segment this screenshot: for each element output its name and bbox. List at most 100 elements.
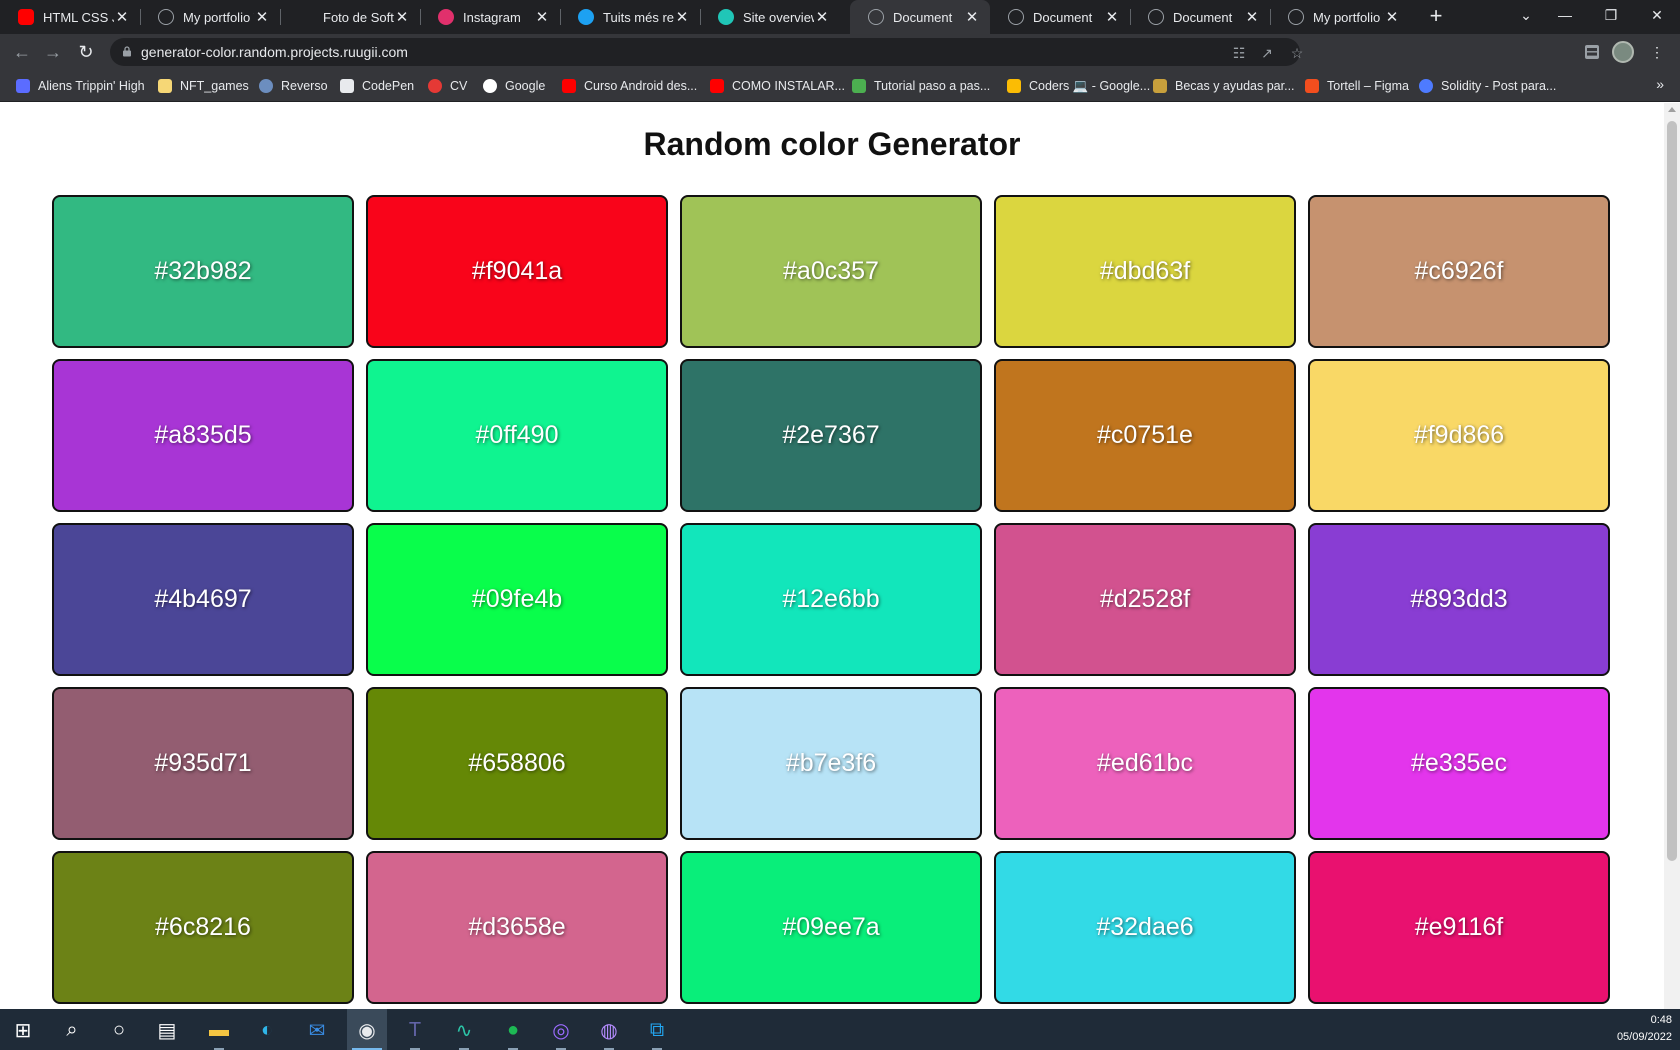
mail-icon[interactable]: ✉ — [302, 1015, 332, 1045]
back-button[interactable]: ← — [10, 40, 34, 64]
scroll-up-arrow[interactable] — [1668, 107, 1676, 112]
bookmark-item[interactable]: Solidity - Post para... — [1419, 76, 1556, 96]
tab-close-icon[interactable]: ✕ — [814, 8, 830, 26]
color-swatch[interactable]: #ed61bc — [994, 687, 1296, 840]
teams-icon[interactable]: T — [400, 1015, 430, 1050]
chrome-icon[interactable]: ◉ — [352, 1015, 382, 1050]
color-swatch[interactable]: #09fe4b — [366, 523, 668, 676]
color-swatch[interactable]: #32dae6 — [994, 851, 1296, 1004]
color-swatch[interactable]: #12e6bb — [680, 523, 982, 676]
browser-tab[interactable]: Site overview ✕ — [700, 0, 840, 34]
task-view-icon[interactable]: ▤ — [152, 1015, 182, 1045]
tab-close-icon[interactable]: ✕ — [964, 8, 980, 26]
bookmark-label: Reverso — [281, 79, 328, 93]
audio-app-icon[interactable]: ∿ — [449, 1015, 479, 1050]
page-scrollbar[interactable] — [1664, 103, 1680, 1009]
maximize-button[interactable]: ❐ — [1588, 0, 1634, 34]
github-icon[interactable]: ◍ — [594, 1015, 624, 1050]
color-swatch[interactable]: #b7e3f6 — [680, 687, 982, 840]
bookmark-item[interactable]: Curso Android des... — [562, 76, 697, 96]
color-swatch[interactable]: #e335ec — [1308, 687, 1610, 840]
tab-close-icon[interactable]: ✕ — [674, 8, 690, 26]
reload-button[interactable]: ↻ — [74, 40, 98, 64]
menu-kebab-icon[interactable]: ⋮ — [1648, 43, 1666, 61]
color-swatch[interactable]: #6c8216 — [52, 851, 354, 1004]
studio-app-icon[interactable]: ◎ — [546, 1015, 576, 1050]
lock-icon — [123, 46, 131, 57]
share-icon[interactable]: ↗ — [1258, 44, 1276, 62]
color-swatch[interactable]: #d2528f — [994, 523, 1296, 676]
tab-title: HTML CSS JS p — [43, 9, 114, 25]
scroll-thumb[interactable] — [1667, 121, 1677, 861]
color-swatch[interactable]: #09ee7a — [680, 851, 982, 1004]
color-swatch[interactable]: #f9041a — [366, 195, 668, 348]
color-swatch[interactable]: #c0751e — [994, 359, 1296, 512]
bookmark-item[interactable]: Aliens Trippin' High — [16, 76, 145, 96]
color-swatch[interactable]: #f9d866 — [1308, 359, 1610, 512]
browser-tab[interactable]: HTML CSS JS p✕ — [0, 0, 140, 34]
vscode-icon[interactable]: ⧉ — [642, 1015, 672, 1050]
new-tab-button[interactable]: + — [1422, 2, 1450, 30]
window-close-button[interactable]: ✕ — [1634, 0, 1680, 34]
color-swatch[interactable]: #4b4697 — [52, 523, 354, 676]
browser-tab[interactable]: My portfolio V✕ — [1270, 0, 1410, 34]
profile-avatar[interactable] — [1612, 41, 1634, 63]
color-swatch[interactable]: #e9116f — [1308, 851, 1610, 1004]
spotify-icon[interactable]: ● — [498, 1015, 528, 1050]
bookmark-item[interactable]: Coders 💻 - Google... — [1007, 76, 1150, 96]
more-bookmarks-icon[interactable]: » — [1656, 76, 1664, 92]
bookmark-item[interactable]: Tortell – Figma — [1305, 76, 1409, 96]
tab-close-icon[interactable]: ✕ — [1104, 8, 1120, 26]
tab-close-icon[interactable]: ✕ — [114, 8, 130, 26]
tab-close-icon[interactable]: ✕ — [534, 8, 550, 26]
tab-close-icon[interactable]: ✕ — [394, 8, 410, 26]
color-swatch[interactable]: #658806 — [366, 687, 668, 840]
tab-close-icon[interactable]: ✕ — [1384, 8, 1400, 26]
bookmark-item[interactable]: Reverso — [259, 76, 328, 96]
bookmark-item[interactable]: COMO INSTALAR... — [710, 76, 845, 96]
cortana-icon[interactable]: ○ — [104, 1015, 134, 1045]
color-hex-label: #658806 — [468, 749, 566, 777]
system-clock[interactable]: 0:48 05/09/2022 — [1617, 1012, 1672, 1046]
color-swatch[interactable]: #a0c357 — [680, 195, 982, 348]
color-swatch[interactable]: #32b982 — [52, 195, 354, 348]
side-panel-icon[interactable] — [1585, 45, 1599, 59]
browser-tab[interactable]: Document ✕ — [990, 0, 1130, 34]
bookmark-item[interactable]: Google — [483, 76, 545, 96]
color-swatch[interactable]: #a835d5 — [52, 359, 354, 512]
color-swatch[interactable]: #893dd3 — [1308, 523, 1610, 676]
bookmark-item[interactable]: Tutorial paso a pas... — [852, 76, 990, 96]
color-swatch[interactable]: #0ff490 — [366, 359, 668, 512]
forward-button[interactable]: → — [41, 40, 65, 64]
bookmark-label: Becas y ayudas par... — [1175, 79, 1295, 93]
bookmark-item[interactable]: CV — [428, 76, 467, 96]
netlify-icon — [718, 9, 734, 25]
browser-tab[interactable]: Instagram ✕ — [420, 0, 560, 34]
file-explorer-icon[interactable]: ▬ — [204, 1015, 234, 1050]
edge-icon[interactable]: ◐ — [252, 1015, 282, 1045]
bookmark-item[interactable]: Becas y ayudas par... — [1153, 76, 1295, 96]
codepen-icon — [340, 79, 354, 93]
color-swatch[interactable]: #c6926f — [1308, 195, 1610, 348]
bookmark-item[interactable]: NFT_games — [158, 76, 249, 96]
globe-icon — [1148, 9, 1164, 25]
windows-start-icon[interactable]: ⊞ — [8, 1015, 38, 1045]
browser-tab[interactable]: Tuits més rece✕ — [560, 0, 700, 34]
color-swatch[interactable]: #dbd63f — [994, 195, 1296, 348]
browser-tab[interactable]: My portfolio V✕ — [140, 0, 280, 34]
tab-close-icon[interactable]: ✕ — [1244, 8, 1260, 26]
browser-tab[interactable]: Foto de Softw✕ — [280, 0, 420, 34]
tab-close-icon[interactable]: ✕ — [254, 8, 270, 26]
translate-icon[interactable]: ☷ — [1230, 44, 1248, 62]
browser-tab[interactable]: Document ✕ — [1130, 0, 1270, 34]
color-swatch[interactable]: #2e7367 — [680, 359, 982, 512]
search-icon[interactable]: ⌕ — [57, 1015, 87, 1045]
bookmark-star-icon[interactable]: ☆ — [1288, 44, 1306, 62]
address-bar[interactable]: generator-color.random.projects.ruugii.c… — [110, 38, 1303, 66]
bookmark-item[interactable]: CodePen — [340, 76, 414, 96]
color-swatch[interactable]: #935d71 — [52, 687, 354, 840]
color-swatch[interactable]: #d3658e — [366, 851, 668, 1004]
color-hex-label: #c6926f — [1414, 257, 1504, 285]
minimize-button[interactable]: — — [1542, 0, 1588, 34]
browser-tab[interactable]: Document ✕ — [850, 0, 990, 34]
